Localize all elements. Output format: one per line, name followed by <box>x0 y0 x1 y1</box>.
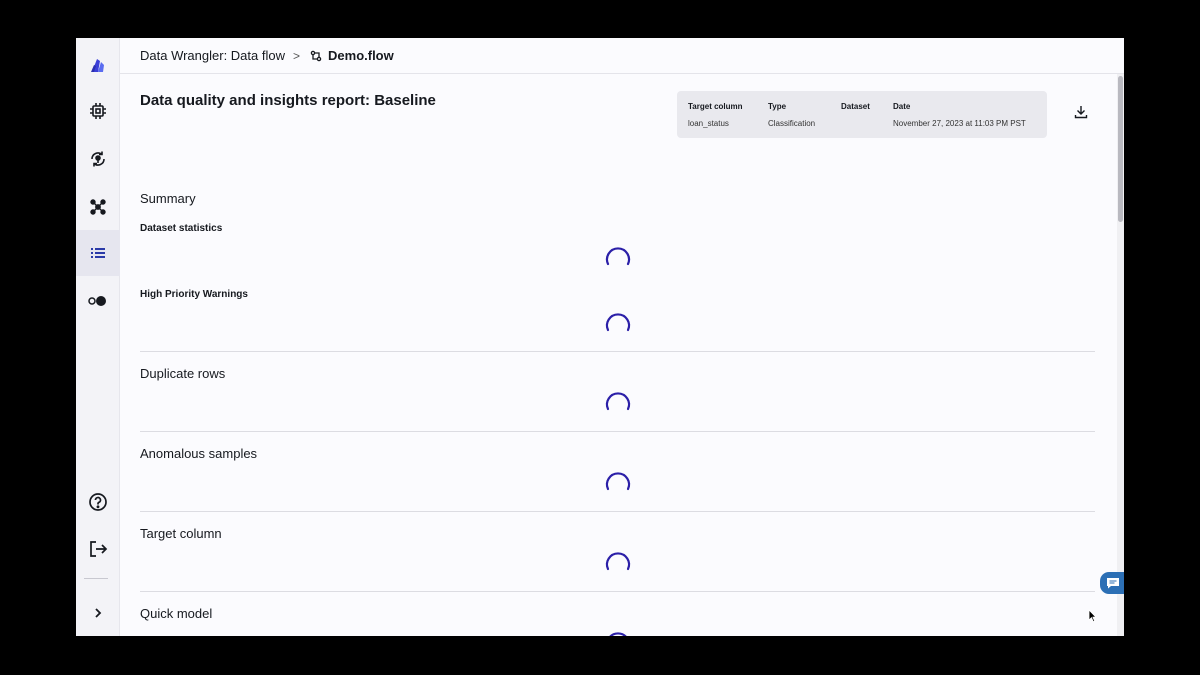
chip-icon[interactable] <box>76 88 120 134</box>
loading-spinner-icon <box>605 247 631 266</box>
section-title-anomalous-samples: Anomalous samples <box>140 446 258 461</box>
loading-spinner-icon <box>605 552 631 571</box>
chevron-right-icon[interactable] <box>76 590 120 636</box>
high-priority-warnings-title: High Priority Warnings <box>140 289 248 300</box>
app-window: Data Wrangler: Data flow > Demo.flow Dat… <box>76 38 1124 636</box>
meta-type: Type Classification <box>768 102 815 128</box>
section-divider <box>140 431 1095 432</box>
loading-spinner-icon <box>605 313 631 332</box>
sidebar-divider <box>84 578 108 579</box>
section-title-quick-model: Quick model <box>140 606 213 621</box>
breadcrumb-current-flow: Demo.flow <box>328 48 394 63</box>
download-icon[interactable] <box>1073 104 1089 120</box>
dataset-statistics-title: Dataset statistics <box>140 223 223 234</box>
breadcrumb: Data Wrangler: Data flow > Demo.flow <box>120 38 1124 74</box>
sign-out-icon[interactable] <box>76 526 120 572</box>
meta-type-label: Type <box>768 102 787 111</box>
refresh-pin-icon[interactable] <box>76 136 120 182</box>
network-icon[interactable] <box>76 184 120 230</box>
section-title-duplicate-rows: Duplicate rows <box>140 366 226 381</box>
meta-date-value: November 27, 2023 at 11:03 PM PST <box>893 119 1026 128</box>
meta-dataset: Dataset <box>841 102 870 119</box>
sidebar <box>76 38 120 636</box>
meta-date: Date November 27, 2023 at 11:03 PM PST <box>893 102 1026 128</box>
loading-spinner-icon <box>609 632 627 636</box>
mouse-cursor-icon <box>1088 609 1097 623</box>
meta-target-column: Target column loan_status <box>688 102 743 128</box>
list-icon[interactable] <box>76 230 120 276</box>
loading-spinner-icon <box>605 472 631 491</box>
breadcrumb-parent-link[interactable]: Data Wrangler: Data flow <box>140 48 285 63</box>
chat-icon <box>1107 578 1119 589</box>
report-metadata-card: Target column loan_status Type Classific… <box>677 91 1047 138</box>
page-title: Data quality and insights report: Baseli… <box>140 92 436 109</box>
meta-target-column-label: Target column <box>688 102 743 111</box>
breadcrumb-separator: > <box>293 48 301 63</box>
meta-type-value: Classification <box>768 119 816 128</box>
meta-target-column-value: loan_status <box>688 119 729 128</box>
meta-date-label: Date <box>893 102 911 111</box>
feedback-chat-button[interactable] <box>1100 572 1124 594</box>
section-divider <box>140 351 1095 352</box>
section-divider <box>140 511 1095 512</box>
summary-title: Summary <box>140 191 196 206</box>
scrollbar-thumb[interactable] <box>1118 76 1123 222</box>
help-icon[interactable] <box>76 479 120 525</box>
data-wrangler-logo-icon[interactable] <box>76 42 120 88</box>
loading-spinner-icon <box>605 392 631 411</box>
section-title-target-column: Target column <box>140 526 222 541</box>
meta-dataset-label: Dataset <box>841 102 870 111</box>
flow-icon <box>310 50 322 62</box>
section-divider <box>140 591 1095 592</box>
toggle-dots-icon[interactable] <box>76 278 120 324</box>
report-content: Data quality and insights report: Baseli… <box>120 74 1116 636</box>
